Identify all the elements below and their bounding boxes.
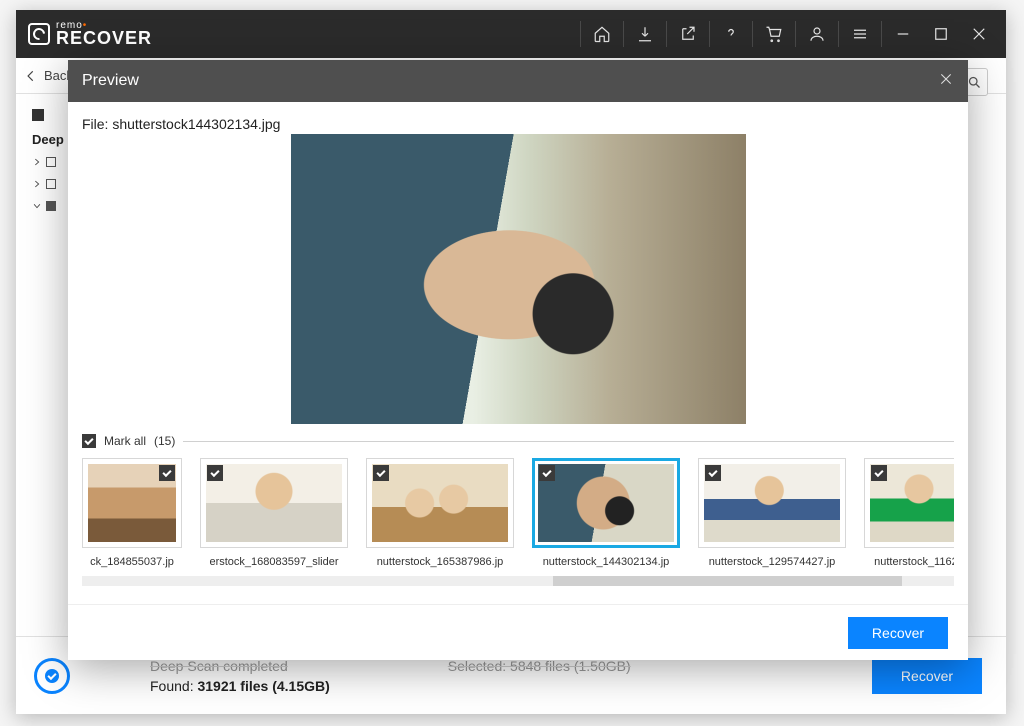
titlebar-icons (578, 10, 998, 58)
preview-file-label: File: shutterstock144302134.jpg (82, 116, 954, 132)
thumbnail[interactable]: ck_184855037.jp (82, 458, 182, 568)
thumb-checkbox[interactable] (539, 465, 555, 481)
thumb-checkbox[interactable] (207, 465, 223, 481)
window-minimize-icon[interactable] (884, 10, 922, 58)
thumb-caption: ck_184855037.jp (82, 556, 182, 568)
cart-icon[interactable] (755, 10, 793, 58)
mark-all-count: (15) (154, 434, 175, 448)
modal-title: Preview (82, 72, 139, 90)
thumb-checkbox[interactable] (159, 465, 175, 481)
help-icon[interactable] (712, 10, 750, 58)
status-found: Found: 31921 files (4.15GB) (150, 678, 872, 694)
export-icon[interactable] (669, 10, 707, 58)
menu-icon[interactable] (841, 10, 879, 58)
thumbnail[interactable]: nutterstock_165387986.jp (366, 458, 514, 568)
thumb-checkbox[interactable] (705, 465, 721, 481)
user-icon[interactable] (798, 10, 836, 58)
thumb-caption: nutterstock_144302134.jp (532, 556, 680, 568)
modal-footer: Recover (68, 604, 968, 660)
thumbnail[interactable]: nutterstock_129574427.jp (698, 458, 846, 568)
brand-main: RECOVER (56, 29, 152, 47)
thumbnail[interactable]: erstock_168083597_slider (200, 458, 348, 568)
progress-complete-icon (34, 658, 70, 694)
titlebar: remo• RECOVER (16, 10, 1006, 58)
thumb-checkbox[interactable] (373, 465, 389, 481)
download-icon[interactable] (626, 10, 664, 58)
thumb-caption: nutterstock_11622 (864, 556, 954, 568)
window-maximize-icon[interactable] (922, 10, 960, 58)
modal-header: Preview (68, 60, 968, 102)
preview-image (291, 134, 746, 424)
thumbnail-scrollbar[interactable] (82, 576, 954, 586)
thumbnail-strip: ck_184855037.jp erstock_168083597_slider… (82, 454, 954, 570)
back-button[interactable]: Back (24, 68, 73, 83)
recover-button-modal[interactable]: Recover (848, 617, 948, 649)
thumbnail-selected[interactable]: nutterstock_144302134.jp (532, 458, 680, 568)
app-logo: remo• RECOVER (24, 21, 152, 47)
recover-button-main[interactable]: Recover (872, 658, 982, 694)
thumb-caption: nutterstock_165387986.jp (366, 556, 514, 568)
mark-all-label: Mark all (104, 434, 146, 448)
thumb-caption: nutterstock_129574427.jp (698, 556, 846, 568)
logo-icon (28, 23, 50, 45)
mark-all-row: Mark all (15) (82, 434, 954, 448)
close-icon[interactable] (938, 71, 954, 92)
thumb-caption: erstock_168083597_slider (200, 556, 348, 568)
mark-all-checkbox[interactable] (82, 434, 96, 448)
preview-modal: Preview File: shutterstock144302134.jpg … (68, 60, 968, 660)
window-close-icon[interactable] (960, 10, 998, 58)
home-icon[interactable] (583, 10, 621, 58)
thumb-checkbox[interactable] (871, 465, 887, 481)
thumbnail[interactable]: nutterstock_11622 (864, 458, 954, 568)
